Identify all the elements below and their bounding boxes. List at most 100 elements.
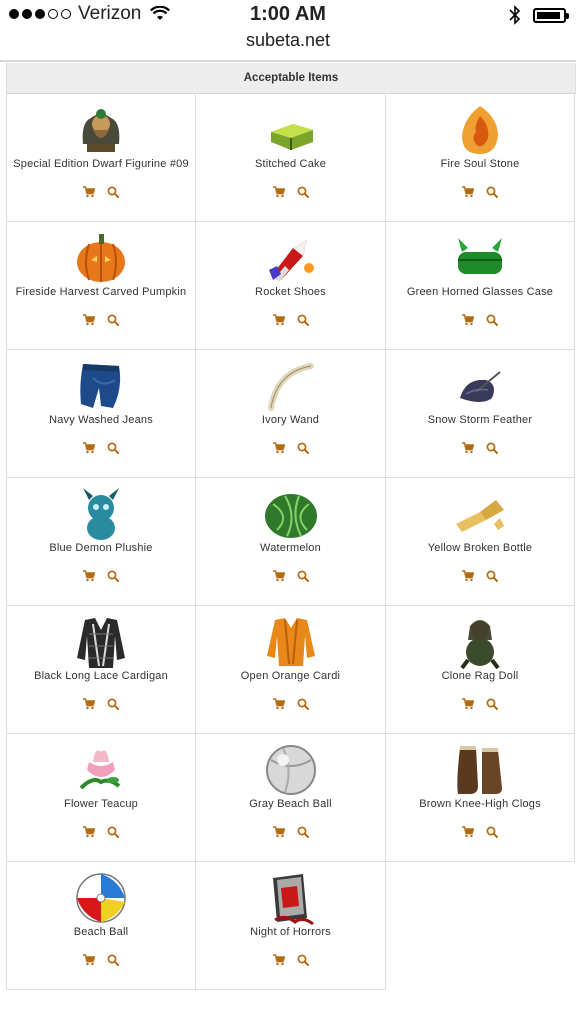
- orange-cardi-icon[interactable]: [263, 614, 319, 670]
- cart-icon[interactable]: [83, 954, 95, 966]
- item-name[interactable]: Stitched Cake: [196, 158, 385, 170]
- cardigan-icon[interactable]: [73, 614, 129, 670]
- search-icon[interactable]: [486, 570, 498, 582]
- item-name[interactable]: Navy Washed Jeans: [7, 414, 195, 426]
- item-actions: [386, 698, 574, 710]
- item-cell: Clone Rag Doll: [386, 606, 575, 734]
- item-name[interactable]: Watermelon: [196, 542, 385, 554]
- cart-icon[interactable]: [462, 442, 474, 454]
- item-cell: Beach Ball: [7, 862, 196, 990]
- search-icon[interactable]: [107, 570, 119, 582]
- item-name[interactable]: Yellow Broken Bottle: [386, 542, 574, 554]
- item-actions: [7, 698, 195, 710]
- search-icon[interactable]: [297, 954, 309, 966]
- search-icon[interactable]: [486, 314, 498, 326]
- search-icon[interactable]: [107, 954, 119, 966]
- search-icon[interactable]: [297, 186, 309, 198]
- items-grid: Special Edition Dwarf Figurine #09 Stitch…: [7, 94, 576, 990]
- item-actions: [7, 442, 195, 454]
- gray-beach-ball-icon[interactable]: [263, 742, 319, 798]
- pumpkin-icon[interactable]: [73, 230, 129, 286]
- item-cell: Gray Beach Ball: [196, 734, 386, 862]
- horror-book-icon[interactable]: [263, 870, 319, 926]
- search-icon[interactable]: [297, 698, 309, 710]
- item-actions: [196, 826, 385, 838]
- item-name[interactable]: Flower Teacup: [7, 798, 195, 810]
- dwarf-figurine-icon[interactable]: [73, 102, 129, 158]
- item-name[interactable]: Brown Knee-High Clogs: [386, 798, 574, 810]
- cart-icon[interactable]: [83, 826, 95, 838]
- item-cell: Rocket Shoes: [196, 222, 386, 350]
- item-cell: Black Long Lace Cardigan: [7, 606, 196, 734]
- acceptable-items-table: Acceptable Items Special Edition Dwarf F…: [6, 63, 576, 990]
- watermelon-icon[interactable]: [263, 486, 319, 542]
- cart-icon[interactable]: [272, 826, 285, 838]
- cart-icon[interactable]: [272, 186, 285, 198]
- cart-icon[interactable]: [272, 442, 285, 454]
- search-icon[interactable]: [107, 698, 119, 710]
- rag-doll-icon[interactable]: [452, 614, 508, 670]
- cart-icon[interactable]: [462, 570, 474, 582]
- empty-cell: [386, 862, 575, 990]
- url-bar[interactable]: subeta.net: [0, 30, 576, 58]
- search-icon[interactable]: [107, 314, 119, 326]
- item-name[interactable]: Black Long Lace Cardigan: [7, 670, 195, 682]
- item-actions: [7, 954, 195, 966]
- search-icon[interactable]: [107, 442, 119, 454]
- fire-stone-icon[interactable]: [452, 102, 508, 158]
- search-icon[interactable]: [107, 826, 119, 838]
- search-icon[interactable]: [486, 698, 498, 710]
- item-name[interactable]: Gray Beach Ball: [196, 798, 385, 810]
- cart-icon[interactable]: [83, 314, 95, 326]
- search-icon[interactable]: [297, 314, 309, 326]
- cart-icon[interactable]: [462, 314, 474, 326]
- bluetooth-icon: [509, 5, 521, 25]
- status-bar: Verizon 1:00 AM: [0, 0, 576, 32]
- item-name[interactable]: Fireside Harvest Carved Pumpkin: [7, 286, 195, 298]
- item-name[interactable]: Rocket Shoes: [196, 286, 385, 298]
- cart-icon[interactable]: [83, 570, 95, 582]
- clogs-icon[interactable]: [452, 742, 508, 798]
- search-icon[interactable]: [486, 826, 498, 838]
- item-name[interactable]: Ivory Wand: [196, 414, 385, 426]
- bottle-icon[interactable]: [452, 486, 508, 542]
- search-icon[interactable]: [107, 186, 119, 198]
- teacup-icon[interactable]: [73, 742, 129, 798]
- cart-icon[interactable]: [272, 570, 285, 582]
- item-cell: Ivory Wand: [196, 350, 386, 478]
- wand-icon[interactable]: [263, 358, 319, 414]
- item-name[interactable]: Clone Rag Doll: [386, 670, 574, 682]
- search-icon[interactable]: [297, 442, 309, 454]
- item-name[interactable]: Blue Demon Plushie: [7, 542, 195, 554]
- glasses-case-icon[interactable]: [452, 230, 508, 286]
- cart-icon[interactable]: [83, 442, 95, 454]
- cart-icon[interactable]: [462, 186, 474, 198]
- cart-icon[interactable]: [83, 698, 95, 710]
- item-name[interactable]: Night of Horrors: [196, 926, 385, 938]
- feather-icon[interactable]: [452, 358, 508, 414]
- cake-icon[interactable]: [263, 102, 319, 158]
- item-actions: [196, 570, 385, 582]
- item-name[interactable]: Snow Storm Feather: [386, 414, 574, 426]
- item-name[interactable]: Open Orange Cardi: [196, 670, 385, 682]
- table-title: Acceptable Items: [7, 63, 576, 94]
- item-name[interactable]: Special Edition Dwarf Figurine #09: [7, 158, 195, 170]
- cart-icon[interactable]: [462, 826, 474, 838]
- cart-icon[interactable]: [462, 698, 474, 710]
- search-icon[interactable]: [486, 442, 498, 454]
- cart-icon[interactable]: [83, 186, 95, 198]
- item-name[interactable]: Fire Soul Stone: [386, 158, 574, 170]
- search-icon[interactable]: [297, 826, 309, 838]
- item-name[interactable]: Beach Ball: [7, 926, 195, 938]
- cart-icon[interactable]: [272, 698, 285, 710]
- plushie-icon[interactable]: [73, 486, 129, 542]
- item-name[interactable]: Green Horned Glasses Case: [386, 286, 574, 298]
- search-icon[interactable]: [486, 186, 498, 198]
- rocket-shoes-icon[interactable]: [263, 230, 319, 286]
- cart-icon[interactable]: [272, 954, 285, 966]
- cart-icon[interactable]: [272, 314, 285, 326]
- search-icon[interactable]: [297, 570, 309, 582]
- item-cell: Fireside Harvest Carved Pumpkin: [7, 222, 196, 350]
- jeans-icon[interactable]: [73, 358, 129, 414]
- beach-ball-icon[interactable]: [73, 870, 129, 926]
